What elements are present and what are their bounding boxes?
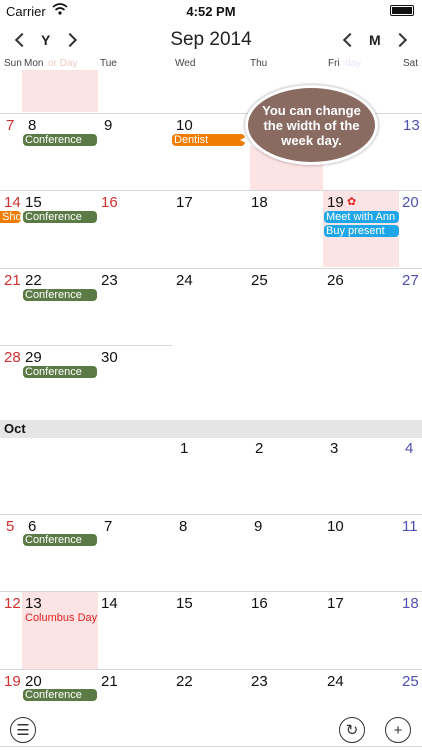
week-divider [0, 669, 422, 670]
week-divider [0, 268, 422, 269]
week-divider [0, 591, 422, 592]
day-cell[interactable]: 12 [4, 595, 21, 612]
add-event-button[interactable]: + [385, 717, 411, 743]
event-columbus-day[interactable]: Columbus Day [23, 612, 98, 624]
day-cell[interactable]: 18 [251, 194, 268, 211]
day-cell[interactable]: 27 [402, 272, 419, 289]
week-divider [0, 746, 422, 747]
day-cell[interactable]: 24 [176, 272, 193, 289]
month-view-button[interactable]: M [369, 32, 381, 48]
highlight-cell [22, 70, 98, 112]
event-buy-present[interactable]: Buy present [324, 225, 399, 237]
day-cell[interactable]: 30 [101, 349, 118, 366]
navigation-bar: Y Sep 2014 M [0, 22, 422, 58]
day-cell[interactable]: 7 [6, 117, 14, 134]
event-conference[interactable]: Conference [23, 211, 97, 223]
tip-bubble: You can change the width of the week day… [245, 85, 378, 165]
day-cell[interactable]: 15 [176, 595, 193, 612]
battery-icon [390, 5, 414, 16]
day-cell[interactable]: 11 [402, 518, 418, 535]
refresh-button[interactable]: ↻ [339, 717, 365, 743]
ghost-holiday-label: or Day [48, 58, 78, 69]
event-conference[interactable]: Conference [23, 134, 97, 146]
weekday-sun: Sun [4, 58, 22, 69]
menu-icon: ☰ [16, 722, 30, 739]
event-sho[interactable]: Sho [0, 211, 21, 223]
page-title: Sep 2014 [170, 29, 252, 50]
day-cell[interactable]: 2 [255, 440, 263, 457]
day-cell[interactable]: 24 [327, 673, 344, 690]
day-cell[interactable]: 18 [402, 595, 419, 612]
day-cell[interactable]: 16 [101, 194, 118, 211]
day-cell[interactable]: 21 [101, 673, 118, 690]
day-cell[interactable]: 16 [251, 595, 268, 612]
day-cell[interactable]: 5 [6, 518, 14, 535]
day-cell[interactable]: 21 [4, 272, 21, 289]
day-cell[interactable]: 4 [405, 440, 413, 457]
day-cell[interactable]: 19 [4, 673, 21, 690]
tip-text: You can change the width of the week day… [262, 102, 361, 148]
event-conference[interactable]: Conference [23, 689, 97, 701]
day-cell[interactable]: 14 [4, 194, 21, 211]
day-cell[interactable]: 8 [28, 117, 36, 134]
plus-icon: + [393, 721, 403, 739]
day-cell[interactable]: 13 [25, 595, 42, 612]
day-cell[interactable]: 13 [403, 117, 420, 134]
day-cell[interactable]: 1 [180, 440, 188, 457]
day-cell[interactable]: 8 [179, 518, 187, 535]
day-cell[interactable]: 6 [28, 518, 36, 535]
weekday-fri: Fri [328, 58, 340, 69]
weekday-mon: Mon [24, 58, 44, 69]
day-cell[interactable]: 28 [4, 349, 21, 366]
week-divider [0, 514, 422, 515]
status-bar: Carrier 4:52 PM [0, 0, 422, 22]
day-cell[interactable]: 20 [402, 194, 419, 211]
refresh-icon: ↻ [345, 722, 359, 739]
day-cell[interactable]: 23 [251, 673, 268, 690]
weekday-wed: Wed [175, 58, 196, 69]
day-cell[interactable]: 22 [25, 272, 42, 289]
event-conference[interactable]: Conference [23, 366, 97, 378]
week-divider [0, 190, 422, 191]
day-cell[interactable]: 14 [101, 595, 118, 612]
day-cell[interactable]: 17 [327, 595, 344, 612]
day-cell[interactable]: 17 [176, 194, 193, 211]
event-dentist[interactable]: Dentist [172, 134, 245, 146]
ghost-event-label: day [345, 58, 362, 69]
event-meet-with-ann[interactable]: Meet with Ann [324, 211, 399, 223]
clock: 4:52 PM [186, 4, 236, 19]
day-cell[interactable]: 9 [104, 117, 112, 134]
week-divider [0, 345, 172, 346]
prev-month-button[interactable] [338, 30, 358, 50]
day-cell[interactable]: 25 [251, 272, 268, 289]
next-month-button[interactable] [392, 30, 412, 50]
day-cell[interactable]: 23 [101, 272, 118, 289]
weekday-thu: Thu [250, 58, 268, 69]
event-marker-icon: ✿ [347, 196, 357, 208]
day-cell[interactable]: 15 [25, 194, 42, 211]
chevron-right-icon [392, 32, 408, 48]
day-cell[interactable]: 10 [176, 117, 193, 134]
day-cell[interactable]: 10 [327, 518, 344, 535]
chevron-left-icon [342, 32, 358, 48]
weekday-tue: Tue [100, 58, 117, 69]
menu-button[interactable]: ☰ [10, 717, 36, 743]
weekday-sat: Sat [403, 58, 419, 69]
event-conference[interactable]: Conference [23, 289, 97, 301]
day-cell[interactable]: 3 [330, 440, 338, 457]
month-divider: Oct [0, 420, 422, 438]
day-cell[interactable]: 19 [327, 194, 344, 211]
day-cell[interactable]: 25 [402, 673, 419, 690]
day-cell[interactable]: 26 [327, 272, 344, 289]
day-cell[interactable]: 22 [176, 673, 193, 690]
day-cell[interactable]: 7 [104, 518, 112, 535]
day-cell[interactable]: 29 [25, 349, 42, 366]
day-cell[interactable]: 20 [25, 673, 42, 690]
event-conference[interactable]: Conference [23, 534, 97, 546]
day-cell[interactable]: 9 [254, 518, 262, 535]
